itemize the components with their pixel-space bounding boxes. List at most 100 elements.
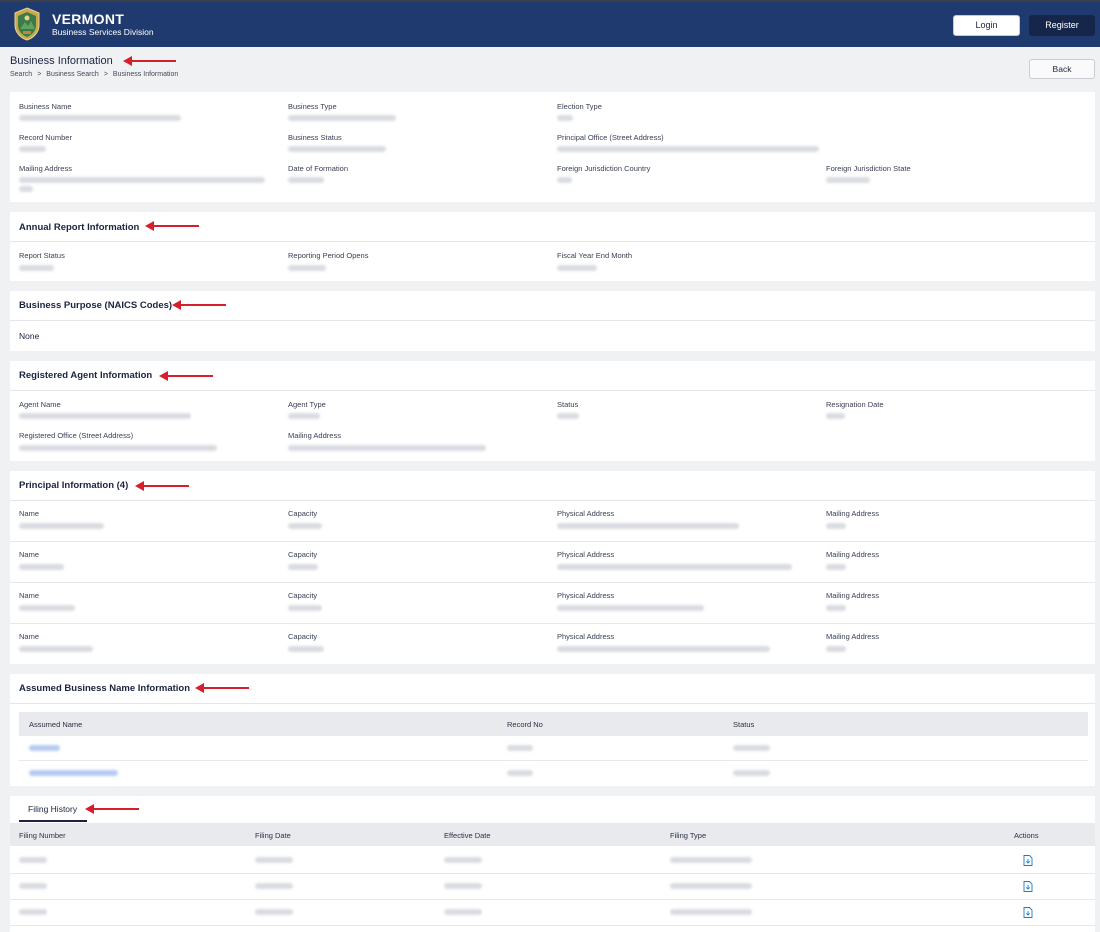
annotation-arrow-icon [135,481,189,491]
field-value [557,265,597,271]
principal-mailing-value [826,564,846,570]
principal-capacity-label: Capacity [288,509,318,518]
column-header-filing-date: Filing Date [255,831,291,840]
naics-value: None [19,331,40,341]
register-button[interactable]: Register [1029,15,1095,36]
effective-date-value [444,909,482,915]
principal-mailing-label: Mailing Address [826,509,879,518]
section-title: Principal Information (4) [19,480,129,491]
field-label: Resignation Date [826,400,884,409]
principal-name-label: Name [19,550,40,559]
section-title: Registered Agent Information [19,370,153,381]
filing-date-value [255,883,293,889]
principal-name-value [19,646,93,652]
field-value [557,146,819,152]
principal-mailing-label: Mailing Address [826,632,879,641]
field-value [19,265,54,271]
filing-type-value [670,909,752,915]
field-label: Status [557,400,579,409]
breadcrumb-item-business-search[interactable]: Business Search [46,71,99,78]
principal-mailing-value [826,523,846,529]
principal-name-value [19,564,64,570]
field-label: Business Type [288,102,337,111]
column-header-status: Status [733,720,755,729]
principal-capacity-label: Capacity [288,550,318,559]
field-label: Fiscal Year End Month [557,251,633,260]
principal-name-label: Name [19,632,40,641]
field-value [19,146,46,152]
back-button[interactable]: Back [1029,59,1095,79]
filing-number-value [19,909,47,915]
breadcrumb-separator: > [37,71,42,78]
field-label: Report Status [19,251,65,260]
page-title: Business Information [10,55,113,67]
principal-capacity-label: Capacity [288,591,318,600]
divider [10,925,1095,926]
assumed-name-link[interactable] [29,770,118,776]
field-label: Foreign Jurisdiction State [826,164,911,173]
active-tab-indicator [19,820,87,822]
effective-date-value [444,883,482,889]
annotation-arrow-icon [123,56,176,66]
breadcrumb: Search > Business Search > Business Informat… [10,71,178,78]
divider [10,320,1095,321]
field-label: Business Name [19,102,72,111]
annotation-arrow-icon [145,221,199,231]
assumed-name-link[interactable] [29,745,60,751]
divider [10,703,1095,704]
assumed-names-table-header: Assumed Name Record No Status [19,712,1088,736]
divider [10,623,1095,624]
vermont-seal-icon[interactable] [12,7,42,41]
principal-physical-label: Physical Address [557,632,615,641]
divider [10,241,1095,242]
principal-physical-value [557,564,792,570]
field-value [19,186,33,192]
divider [19,760,1088,761]
field-label: Mailing Address [288,431,341,440]
section-title: Assumed Business Name Information [19,683,191,694]
status-value [733,770,770,776]
breadcrumb-item-search[interactable]: Search [10,71,32,78]
field-label: Business Status [288,133,342,142]
document-download-icon[interactable] [1023,881,1033,892]
breadcrumb-item-current: Business Information [112,71,179,78]
principal-physical-value [557,523,739,529]
principal-capacity-label: Capacity [288,632,318,641]
divider [10,873,1095,874]
login-button[interactable]: Login [953,15,1020,36]
effective-date-value [444,857,482,863]
annotation-arrow-icon [195,683,249,693]
field-value [288,177,324,183]
field-value [19,177,265,183]
principal-name-label: Name [19,591,40,600]
field-label: Agent Name [19,400,61,409]
filing-type-value [670,883,752,889]
divider [10,541,1095,542]
business-info-card: Business Name Business Type Election Typ… [10,92,1095,202]
principal-physical-label: Physical Address [557,591,615,600]
site-header: VERMONT Business Services Division Login… [0,0,1100,47]
document-download-icon[interactable] [1023,855,1033,866]
principal-mailing-value [826,646,846,652]
column-header-assumed-name: Assumed Name [29,720,83,729]
principal-physical-label: Physical Address [557,550,615,559]
principal-physical-value [557,646,770,652]
column-header-effective-date: Effective Date [444,831,491,840]
breadcrumb-separator: > [103,71,108,78]
tab-filing-history[interactable]: Filing History [28,804,77,814]
principal-name-value [19,605,75,611]
field-label: Principal Office (Street Address) [557,133,664,142]
principal-name-label: Name [19,509,40,518]
annotation-arrow-icon [159,371,213,381]
column-header-actions: Actions [1014,831,1039,840]
field-value [288,146,386,152]
field-value [19,445,217,451]
field-value [557,115,573,121]
filing-date-value [255,857,293,863]
document-download-icon[interactable] [1023,907,1033,918]
principal-capacity-value [288,646,324,652]
filing-date-value [255,909,293,915]
field-value [557,413,579,419]
field-label: Record Number [19,133,72,142]
filing-number-value [19,883,47,889]
